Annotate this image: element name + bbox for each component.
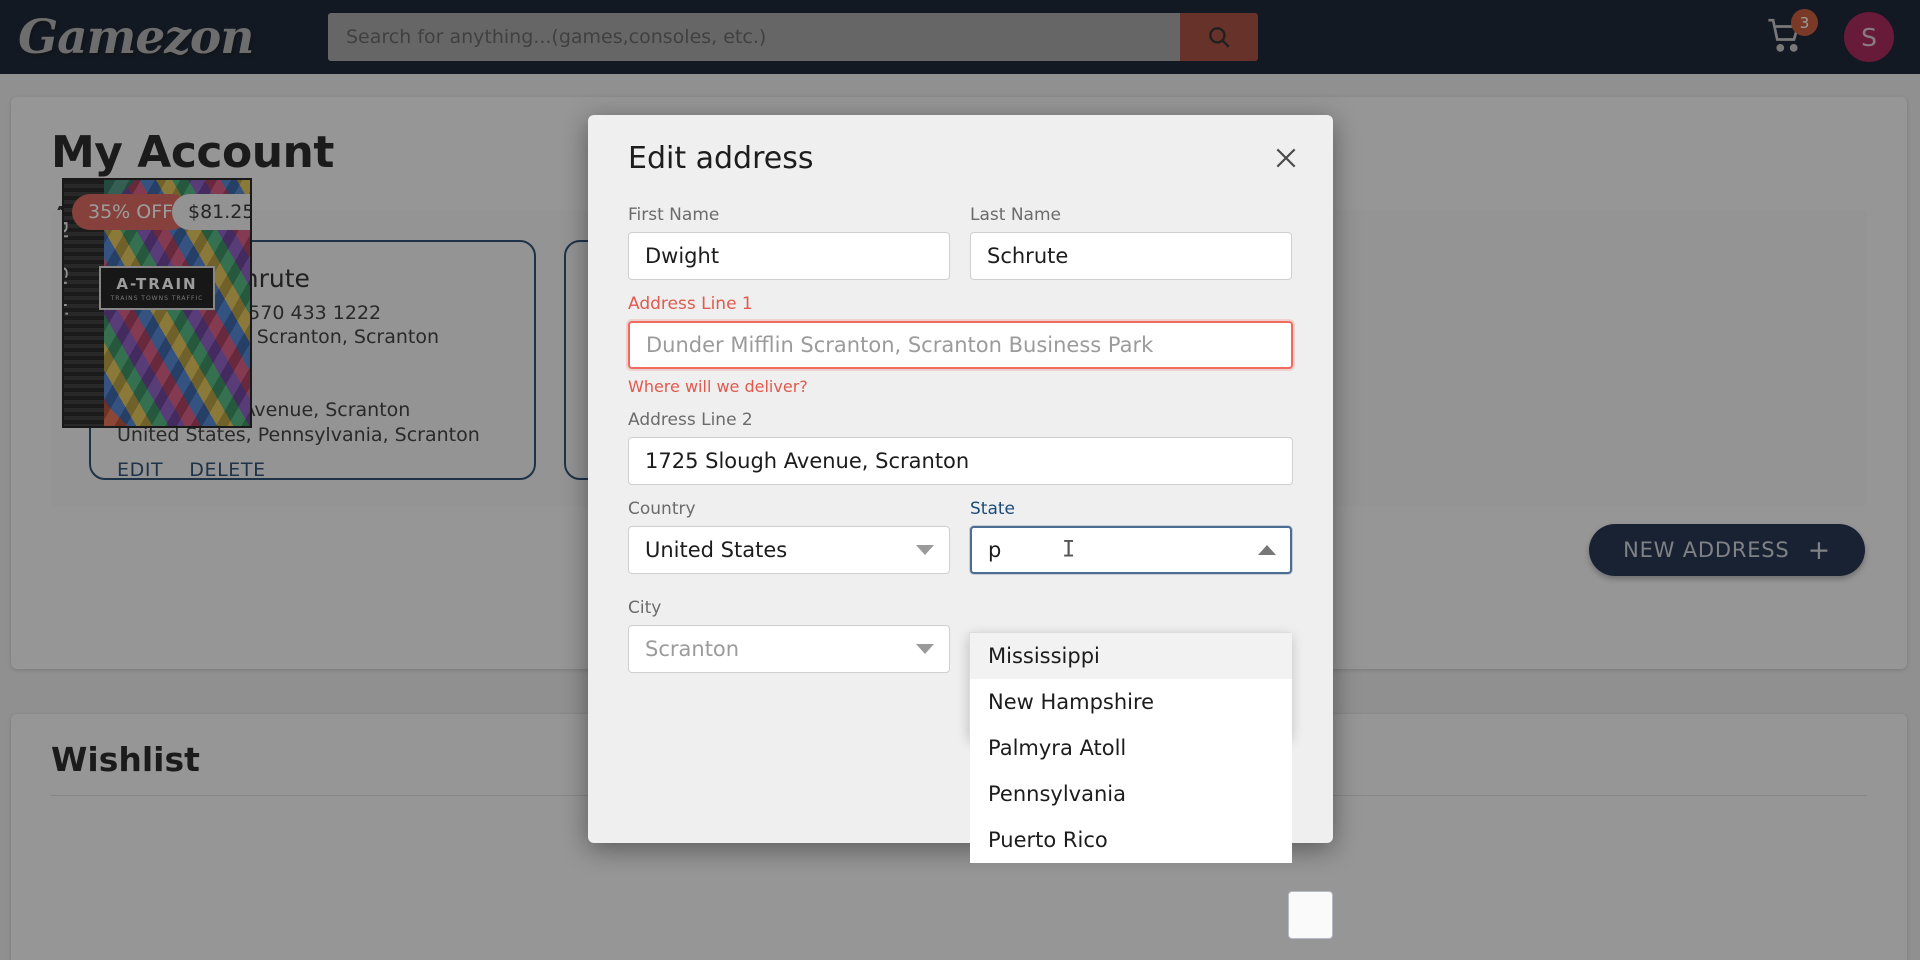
- close-button[interactable]: [1269, 141, 1303, 175]
- state-option-list: Mississippi New Hampshire Palmyra Atoll Pen…: [970, 633, 1292, 863]
- state-field: State I: [970, 499, 1292, 574]
- address-line-1-label: Address Line 1: [628, 294, 753, 314]
- state-select[interactable]: I: [970, 526, 1292, 574]
- state-label: State: [970, 499, 1015, 519]
- country-field: Country: [628, 499, 950, 574]
- text-cursor-icon: I: [1062, 537, 1076, 563]
- modal-title: Edit address: [628, 141, 814, 176]
- last-name-label: Last Name: [970, 205, 1061, 225]
- country-label: Country: [628, 499, 696, 519]
- address-line-2-field: Address Line 2: [628, 410, 1293, 485]
- address-line-1-field: Address Line 1 Where will we deliver?: [628, 294, 1293, 396]
- city-label: City: [628, 598, 662, 618]
- first-name-label: First Name: [628, 205, 720, 225]
- address-form: First Name Last Name Address Line 1 Wher…: [628, 205, 1293, 687]
- close-icon: [1276, 148, 1296, 168]
- state-option[interactable]: Palmyra Atoll: [970, 725, 1292, 771]
- country-state-row: Country State I: [628, 499, 1293, 588]
- name-row: First Name Last Name: [628, 205, 1293, 294]
- state-option[interactable]: Mississippi: [970, 633, 1292, 679]
- country-input[interactable]: [628, 526, 950, 574]
- state-dropdown-list: Mississippi New Hampshire Palmyra Atoll Pen…: [969, 632, 1292, 863]
- country-select[interactable]: [628, 526, 950, 574]
- last-name-field: Last Name: [970, 205, 1292, 280]
- first-name-input[interactable]: [628, 232, 950, 280]
- address-line-2-input[interactable]: [628, 437, 1293, 485]
- state-option[interactable]: Pennsylvania: [970, 771, 1292, 817]
- city-select[interactable]: [628, 625, 950, 673]
- address-line-1-error: Where will we deliver?: [628, 377, 808, 396]
- city-input[interactable]: [628, 625, 950, 673]
- state-option[interactable]: Puerto Rico: [970, 817, 1292, 863]
- state-input[interactable]: [970, 526, 1292, 574]
- address-line-1-input[interactable]: [628, 321, 1293, 369]
- state-option[interactable]: New Hampshire: [970, 679, 1292, 725]
- submit-button[interactable]: [1288, 891, 1333, 939]
- city-field: City: [628, 598, 950, 673]
- first-name-field: First Name: [628, 205, 950, 280]
- last-name-input[interactable]: [970, 232, 1292, 280]
- address-line-2-label: Address Line 2: [628, 410, 753, 430]
